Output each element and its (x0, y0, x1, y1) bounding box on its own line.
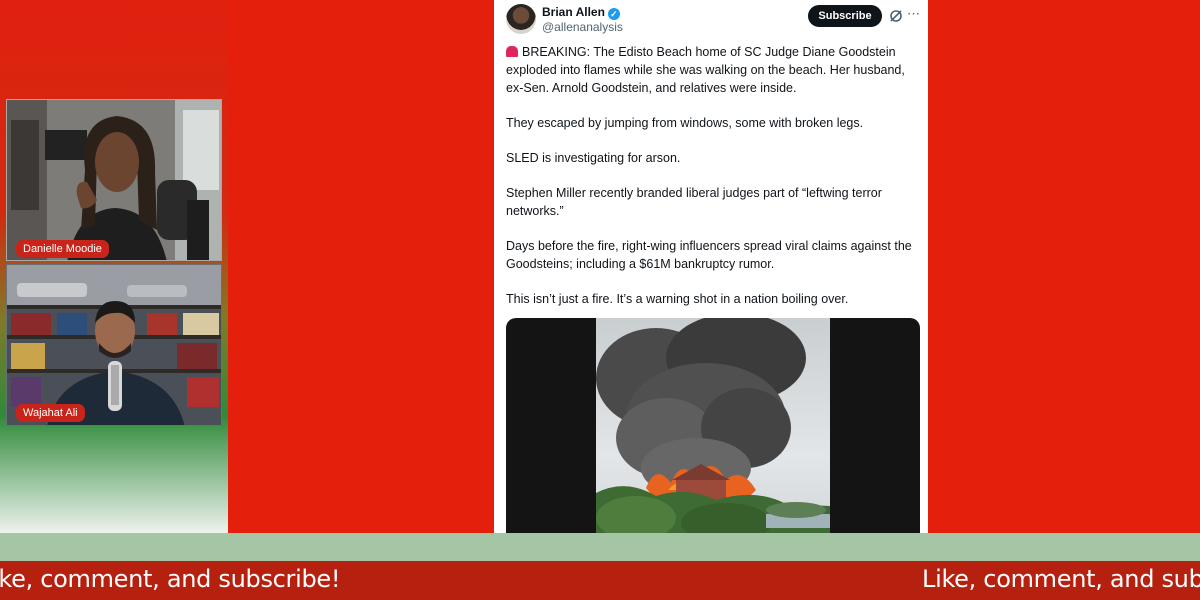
avatar[interactable] (506, 4, 536, 34)
webcam-wajahat-feed (7, 265, 221, 425)
tweet-card: Brian Allen ✓ @allenanalysis Subscribe ⋯ … (494, 0, 928, 535)
tweet-video[interactable] (506, 318, 920, 535)
tweet-author[interactable]: Brian Allen ✓ (542, 5, 620, 20)
more-icon[interactable]: ⋯ (907, 6, 920, 22)
tweet-paragraph: They escaped by jumping from windows, so… (506, 116, 864, 130)
ticker-text: Like, comment, and subs (922, 565, 1200, 593)
lower-third-strip (0, 533, 1200, 561)
tweet-handle[interactable]: @allenanalysis (542, 20, 623, 34)
tweet-paragraph: This isn’t just a fire. It’s a warning s… (506, 292, 849, 306)
ticker-text: ike, comment, and subscribe! (0, 565, 341, 593)
webcam-wajahat: Wajahat Ali (6, 264, 222, 426)
participant-name-tag: Wajahat Ali (16, 404, 85, 422)
tweet-paragraph: Days before the fire, right-wing influen… (506, 239, 912, 271)
siren-icon (506, 46, 518, 57)
tweet-paragraph: Stephen Miller recently branded liberal … (506, 186, 882, 218)
fire-scene-image (596, 318, 830, 535)
tweet-paragraph: SLED is investigating for arson. (506, 151, 681, 165)
tweet-text: BREAKING: The Edisto Beach home of SC Ju… (506, 43, 916, 325)
author-name-text[interactable]: Brian Allen (542, 5, 605, 19)
webcam-danielle: Danielle Moodie (6, 99, 222, 261)
tweet-paragraph-text: BREAKING: The Edisto Beach home of SC Ju… (506, 45, 905, 95)
tweet-paragraph: BREAKING: The Edisto Beach home of SC Ju… (506, 43, 916, 97)
grok-icon[interactable] (889, 9, 903, 23)
participant-name-tag: Danielle Moodie (16, 240, 109, 258)
video-frame (596, 318, 830, 535)
verified-badge-icon: ✓ (607, 8, 620, 20)
subscribe-button[interactable]: Subscribe (808, 5, 882, 27)
webcam-danielle-feed (7, 100, 221, 260)
ticker-bar: ike, comment, and subscribe! Like, comme… (0, 561, 1200, 600)
